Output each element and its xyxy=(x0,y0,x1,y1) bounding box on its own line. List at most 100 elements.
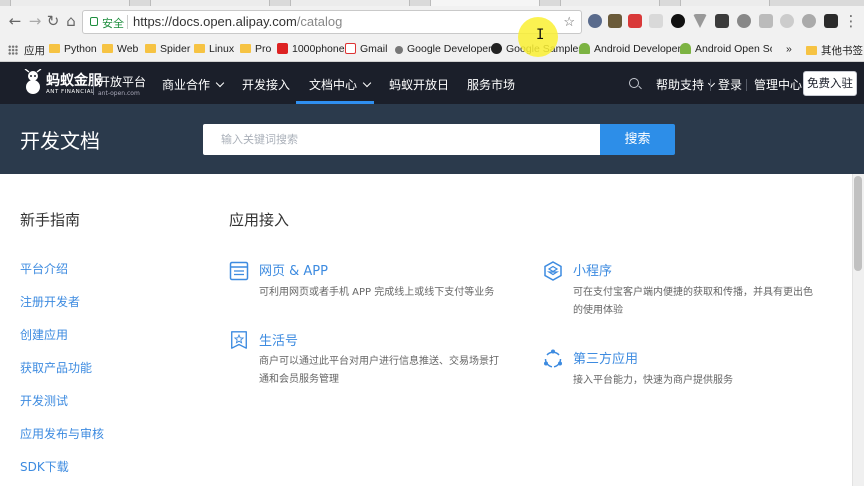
browser-tab[interactable] xyxy=(680,0,770,6)
sidebar-item-get-product[interactable]: 获取产品功能 xyxy=(20,359,92,376)
bookmark-android-developer[interactable]: Android Developer xyxy=(579,43,681,55)
console-link[interactable]: 管理中心 xyxy=(754,76,802,93)
mini-program-icon[interactable] xyxy=(543,261,563,281)
bookmark-gmail[interactable]: Gmail xyxy=(345,43,387,55)
bookmark-star-icon[interactable]: ☆ xyxy=(563,14,575,30)
url-divider xyxy=(127,15,128,29)
bookmark-google-developers[interactable]: Google Developers xyxy=(395,43,497,55)
card-title-mini-program[interactable]: 小程序 xyxy=(573,260,612,279)
android-icon xyxy=(680,43,691,54)
bookmark-web[interactable]: Web xyxy=(102,43,138,55)
chevron-down-icon xyxy=(215,78,225,88)
address-bar[interactable]: 安全 https://docs.open.alipay.com/catalog … xyxy=(82,10,582,34)
extension-icon[interactable] xyxy=(649,14,663,28)
secure-label: 安全 xyxy=(102,18,124,30)
extension-icon[interactable] xyxy=(759,14,773,28)
extension-icon[interactable] xyxy=(802,14,816,28)
nav-service-market[interactable]: 服务市场 xyxy=(467,76,515,93)
logo-divider xyxy=(93,73,94,95)
page-scrollbar-thumb[interactable] xyxy=(854,176,862,271)
sidebar-item-dev-test[interactable]: 开发测试 xyxy=(20,392,68,409)
sidebar-item-platform-intro[interactable]: 平台介绍 xyxy=(20,260,68,277)
doc-search-input[interactable] xyxy=(203,124,601,155)
signup-button[interactable]: 免费入驻 xyxy=(803,71,857,96)
browser-tab[interactable] xyxy=(10,0,130,6)
section-title: 应用接入 xyxy=(229,211,290,229)
platform-domain: ant-open.com xyxy=(98,90,140,97)
1000phone-icon xyxy=(277,43,288,54)
back-icon[interactable]: ← xyxy=(6,12,24,30)
bookmark-python[interactable]: Python xyxy=(49,43,97,55)
header-divider xyxy=(746,79,747,91)
nav-business[interactable]: 商业合作 xyxy=(162,76,225,93)
logo-english: ANT FINANCIAL xyxy=(46,89,95,95)
card-desc-web-app: 可利用网页或者手机 APP 完成线上或线下支付等业务 xyxy=(259,287,495,298)
extension-icon[interactable] xyxy=(608,14,622,28)
extension-icon[interactable] xyxy=(780,14,794,28)
bookmark-android-open-source[interactable]: Android Open Sou xyxy=(680,43,772,55)
browser-tab[interactable] xyxy=(150,0,270,6)
extension-icon[interactable] xyxy=(824,14,838,28)
platform-name[interactable]: 开放平台 xyxy=(98,73,146,90)
card-desc-life-account: 商户可以通过此平台对用户进行信息推送、交易场景打通和会员服务管理 xyxy=(259,356,499,385)
bookmark-other[interactable]: 其他书签 xyxy=(806,43,863,58)
bookmark-spider[interactable]: Spider xyxy=(145,43,190,55)
sidebar-title: 新手指南 xyxy=(20,211,81,229)
browser-tab-active[interactable] xyxy=(430,0,540,6)
nav-docs[interactable]: 文档中心 xyxy=(309,76,372,93)
folder-icon xyxy=(145,44,156,53)
card-desc-mini-program: 可在支付宝客户端内便捷的获取和传播，并具有更出色的使用体验 xyxy=(573,287,813,316)
site-header: 蚂蚁金服 ANT FINANCIAL 开放平台 ant-open.com 商业合… xyxy=(0,62,864,104)
extension-icon[interactable] xyxy=(628,14,642,28)
google-developers-icon xyxy=(395,46,403,54)
browser-chrome: ← → ↻ ⌂ 安全 https://docs.open.alipay.com/… xyxy=(0,0,864,62)
folder-icon xyxy=(49,44,60,53)
ant-logo-icon[interactable] xyxy=(22,69,44,95)
sidebar-item-create-app[interactable]: 创建应用 xyxy=(20,326,68,343)
card-title-third-party[interactable]: 第三方应用 xyxy=(573,348,638,367)
life-account-icon[interactable] xyxy=(229,330,249,350)
search-icon[interactable] xyxy=(629,78,639,88)
help-menu[interactable]: 帮助支持 xyxy=(656,76,716,93)
bookmark-apps[interactable]: 应用 xyxy=(8,43,45,58)
browser-tab[interactable] xyxy=(560,0,660,6)
lock-icon xyxy=(90,17,98,26)
nav-dev-access[interactable]: 开发接入 xyxy=(242,76,290,93)
tab-strip xyxy=(0,0,864,6)
bookmarks-bar: 应用 Python Web Spider Linux Pro 1000phone… xyxy=(0,40,864,60)
sidebar-item-publish-review[interactable]: 应用发布与审核 xyxy=(20,425,104,442)
folder-icon xyxy=(240,44,251,53)
search-button[interactable]: 搜索 xyxy=(600,124,675,155)
reload-icon[interactable]: ↻ xyxy=(44,12,62,30)
url-text[interactable]: https://docs.open.alipay.com/catalog xyxy=(133,14,342,29)
folder-icon xyxy=(194,44,205,53)
card-desc-third-party: 接入平台能力，快速为商户提供服务 xyxy=(573,375,733,386)
card-title-life-account[interactable]: 生活号 xyxy=(259,330,298,349)
header-divider xyxy=(710,79,711,91)
text-cursor-icon: I xyxy=(536,27,545,43)
sidebar-item-sdk-download[interactable]: SDK下载 xyxy=(20,458,69,475)
docs-banner: 开发文档 搜索 xyxy=(0,104,864,174)
web-app-icon[interactable] xyxy=(229,261,249,281)
extension-icon[interactable] xyxy=(715,14,729,28)
bookmark-overflow-chevron[interactable]: » xyxy=(786,43,792,55)
bookmark-linux[interactable]: Linux xyxy=(194,43,234,55)
extension-icon[interactable] xyxy=(588,14,602,28)
extension-icon[interactable] xyxy=(693,14,707,28)
browser-tab[interactable] xyxy=(290,0,410,6)
chevron-down-icon xyxy=(362,78,372,88)
third-party-icon[interactable] xyxy=(543,349,563,369)
home-icon[interactable]: ⌂ xyxy=(62,12,80,30)
extension-icon[interactable] xyxy=(671,14,685,28)
card-title-web-app[interactable]: 网页 & APP xyxy=(259,260,328,279)
extension-icon[interactable] xyxy=(737,14,751,28)
nav-open-day[interactable]: 蚂蚁开放日 xyxy=(389,76,449,93)
folder-icon xyxy=(806,46,817,55)
bookmark-pro[interactable]: Pro xyxy=(240,43,271,55)
bookmark-1000phone[interactable]: 1000phone xyxy=(277,43,345,55)
sidebar-item-register-developer[interactable]: 注册开发者 xyxy=(20,293,80,310)
menu-icon[interactable]: ⋮ xyxy=(842,12,860,30)
login-link[interactable]: 登录 xyxy=(718,76,742,93)
android-icon xyxy=(579,43,590,54)
forward-icon[interactable]: → xyxy=(26,12,44,30)
